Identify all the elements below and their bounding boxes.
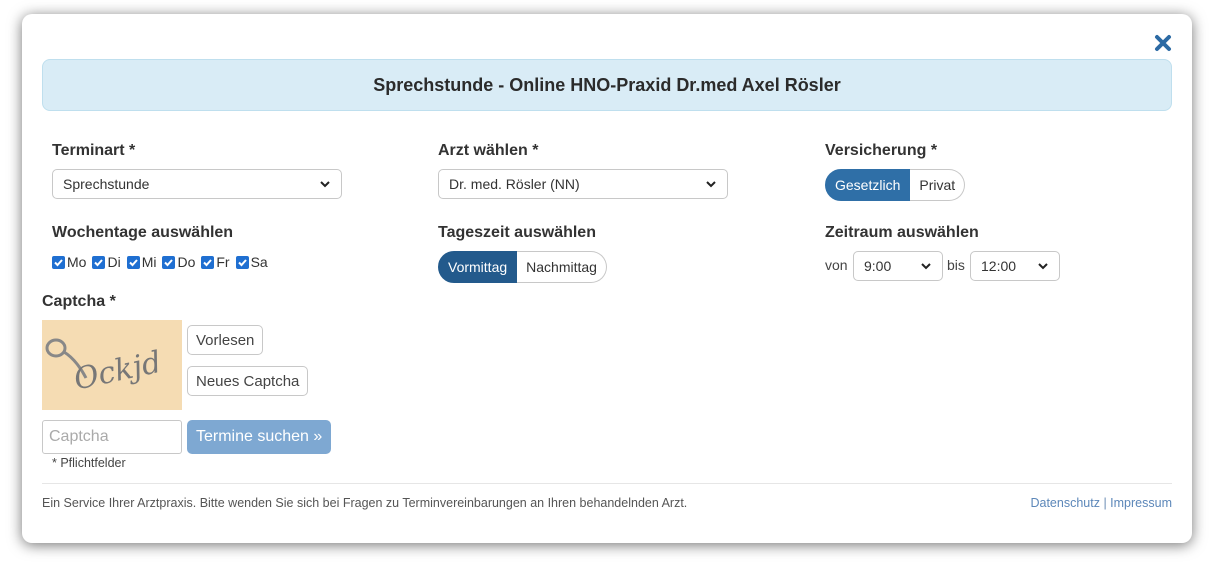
checkbox-checked-icon[interactable] <box>126 255 140 269</box>
checkbox-checked-icon[interactable] <box>235 255 249 269</box>
chevron-down-icon <box>320 181 330 188</box>
weekday-label: Mo <box>67 254 87 270</box>
weekday-label: Di <box>107 254 121 270</box>
chevron-down-icon <box>1038 263 1048 270</box>
checkbox-checked-icon[interactable] <box>52 255 65 269</box>
footer-text: Ein Service Ihrer Arztpraxis. Bitte wend… <box>42 496 688 510</box>
versicherung-option-gesetzlich[interactable]: Gesetzlich <box>825 169 911 201</box>
tageszeit-option-vormittag[interactable]: Vormittag <box>438 251 518 283</box>
appointment-dialog: Sprechstunde - Online HNO-Praxid Dr.med … <box>22 14 1192 543</box>
search-appointments-button[interactable]: Termine suchen » <box>187 420 332 454</box>
tageszeit-toggle: Vormittag Nachmittag <box>438 251 607 283</box>
zeitraum-from-label: von <box>825 257 848 273</box>
wochentage-label: Wochentage auswählen <box>52 224 234 241</box>
versicherung-option-privat[interactable]: Privat <box>910 169 966 201</box>
versicherung-toggle: Gesetzlich Privat <box>825 169 966 201</box>
zeitraum-to-label: bis <box>947 257 965 273</box>
checkbox-checked-icon[interactable] <box>162 255 176 269</box>
terminart-value: Sprechstunde <box>63 176 150 192</box>
weekday-label: Fr <box>216 254 230 270</box>
checkbox-checked-icon[interactable] <box>201 255 215 269</box>
tageszeit-label: Tageszeit auswählen <box>438 224 596 241</box>
weekday-label: Mi <box>141 254 157 270</box>
zeitraum-to-select[interactable]: 12:00 <box>970 251 1060 281</box>
weekday-mi[interactable]: Mi <box>126 254 157 270</box>
weekday-sa[interactable]: Sa <box>235 254 268 270</box>
footer-separator: | <box>1103 496 1107 510</box>
terminart-select[interactable]: Sprechstunde <box>52 169 342 199</box>
terminart-label: Terminart * <box>52 142 136 159</box>
chevron-down-icon <box>921 263 931 270</box>
footer-divider <box>42 483 1172 484</box>
captcha-label: Captcha * <box>42 293 116 310</box>
zeitraum-from-select[interactable]: 9:00 <box>853 251 943 281</box>
required-fields-note: * Pflichtfelder <box>52 456 126 470</box>
weekday-label: Do <box>177 254 196 270</box>
tageszeit-option-nachmittag[interactable]: Nachmittag <box>517 251 607 283</box>
new-captcha-button[interactable]: Neues Captcha <box>187 366 309 396</box>
captcha-text: Ockjd <box>71 345 164 398</box>
checkbox-checked-icon[interactable] <box>92 255 106 269</box>
zeitraum-to-value: 12:00 <box>981 258 1017 274</box>
weekday-fr[interactable]: Fr <box>201 254 230 270</box>
weekday-mo[interactable]: Mo <box>52 254 86 270</box>
privacy-link[interactable]: Datenschutz <box>1030 496 1099 510</box>
weekday-di[interactable]: Di <box>92 254 121 270</box>
versicherung-label: Versicherung * <box>825 142 938 159</box>
weekday-do[interactable]: Do <box>162 254 195 270</box>
dialog-title: Sprechstunde - Online HNO-Praxid Dr.med … <box>373 74 841 95</box>
arzt-select[interactable]: Dr. med. Rösler (NN) <box>438 169 728 199</box>
weekday-checkboxes: Mo Di Mi Do Fr Sa <box>52 254 268 270</box>
chevron-down-icon <box>706 181 716 188</box>
read-aloud-button[interactable]: Vorlesen <box>187 325 264 355</box>
arzt-value: Dr. med. Rösler (NN) <box>449 176 580 192</box>
captcha-input[interactable] <box>42 420 182 454</box>
weekday-label: Sa <box>250 254 268 270</box>
arzt-label: Arzt wählen * <box>438 142 539 159</box>
close-icon[interactable] <box>1154 34 1172 52</box>
dialog-title-banner: Sprechstunde - Online HNO-Praxid Dr.med … <box>42 59 1172 111</box>
zeitraum-from-value: 9:00 <box>864 258 892 274</box>
zeitraum-label: Zeitraum auswählen <box>825 224 979 241</box>
footer-links: Datenschutz | Impressum <box>1030 496 1172 510</box>
imprint-link[interactable]: Impressum <box>1110 496 1172 510</box>
captcha-image: Ockjd <box>42 320 182 410</box>
